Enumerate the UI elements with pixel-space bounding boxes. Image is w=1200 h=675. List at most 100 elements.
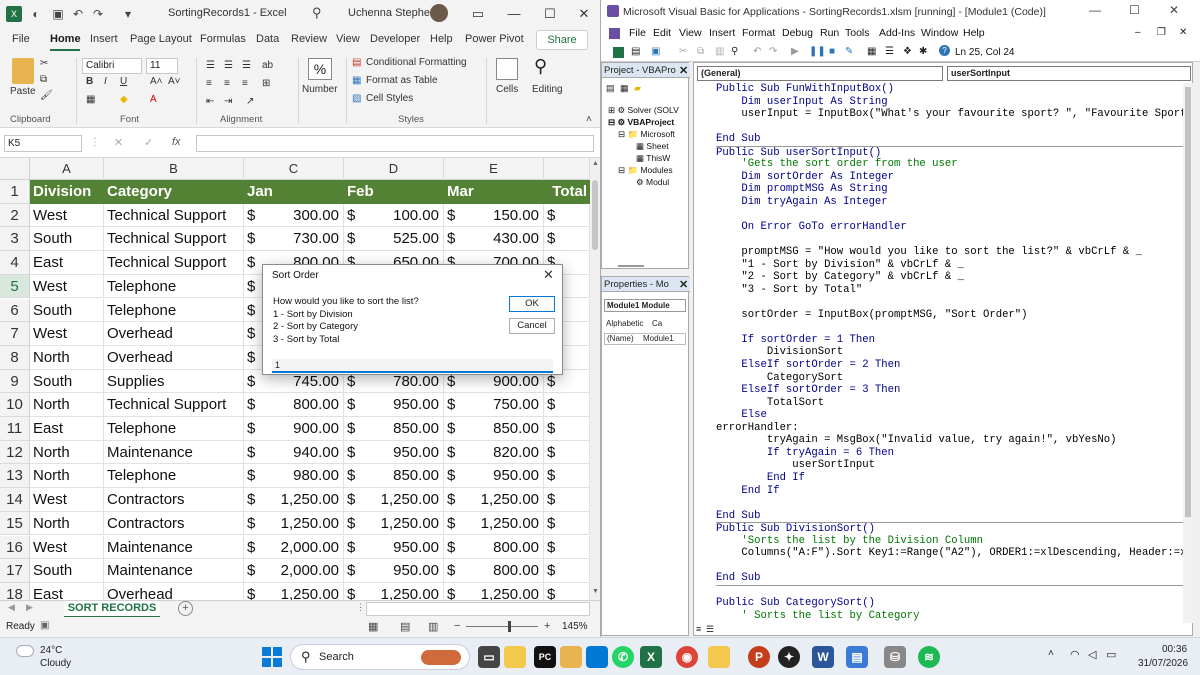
battery-icon[interactable]: ▭: [1106, 648, 1116, 661]
clock-time[interactable]: 00:36: [1162, 644, 1187, 655]
vba-maximize-button[interactable]: ☐: [1129, 3, 1140, 17]
row-header[interactable]: 12: [0, 440, 30, 465]
code-window-icon[interactable]: [609, 28, 620, 39]
dialog-close-icon[interactable]: ✕: [543, 267, 554, 283]
align-right-icon[interactable]: ≡: [242, 78, 248, 89]
increase-font-icon[interactable]: A˄: [150, 76, 163, 87]
cell-category[interactable]: Contractors: [104, 511, 244, 536]
code-line[interactable]: [716, 321, 1192, 334]
code-line[interactable]: userSortInput: [716, 459, 1192, 472]
select-all-corner[interactable]: [0, 158, 30, 180]
search-icon[interactable]: ⚲: [312, 5, 322, 21]
row-header[interactable]: 8: [0, 345, 30, 370]
prev-sheet-icon[interactable]: ◀: [8, 602, 15, 613]
cell-category[interactable]: Technical Support: [104, 251, 244, 275]
code-line[interactable]: [716, 234, 1192, 247]
scroll-up-icon[interactable]: ▲: [592, 160, 599, 167]
weather-temp[interactable]: 24°C: [40, 645, 62, 656]
copy-icon[interactable]: ⧉: [697, 46, 704, 57]
align-center-icon[interactable]: ≡: [224, 78, 230, 89]
save-icon[interactable]: ▣: [651, 46, 660, 57]
cell-mar[interactable]: 800.00: [466, 535, 544, 560]
zoom-out-icon[interactable]: −: [454, 620, 460, 632]
database-icon[interactable]: ⛁: [884, 646, 906, 668]
cell-jan[interactable]: 300.00: [266, 203, 344, 228]
code-line[interactable]: Dim tryAgain As Integer: [716, 196, 1192, 209]
spotify-icon[interactable]: ≋: [918, 646, 940, 668]
cell-feb[interactable]: 850.00: [366, 417, 444, 441]
format-as-table-button[interactable]: Format as Table: [366, 75, 438, 86]
cell-jan[interactable]: 1,250.00: [266, 488, 344, 512]
cell-division[interactable]: North: [30, 393, 104, 417]
menu-debug[interactable]: Debug: [782, 27, 813, 39]
cell-feb[interactable]: 950.00: [366, 393, 444, 417]
cell-mar[interactable]: 800.00: [466, 559, 544, 583]
child-close-icon[interactable]: ✕: [1179, 27, 1187, 38]
page-layout-view-icon[interactable]: ▤: [400, 620, 410, 633]
italic-icon[interactable]: I: [104, 76, 107, 87]
code-line[interactable]: End If: [716, 472, 1192, 485]
code-line[interactable]: errorHandler:: [716, 422, 1192, 435]
close-button[interactable]: ✕: [572, 4, 596, 24]
tree-item-excel-objects[interactable]: ⊟ 📁 Microsoft: [618, 129, 675, 140]
vba-close-button[interactable]: ✕: [1169, 3, 1179, 17]
header-cell-feb[interactable]: Feb: [344, 180, 444, 204]
merge-center-icon[interactable]: ⊞: [262, 78, 270, 89]
more-options-icon[interactable]: ⋮: [90, 137, 100, 148]
weather-desc[interactable]: Cloudy: [40, 658, 71, 669]
copy-icon[interactable]: ⧉: [40, 74, 47, 85]
code-line[interactable]: End If: [716, 485, 1192, 498]
menu-help[interactable]: Help: [963, 27, 985, 39]
paste-icon[interactable]: ▥: [715, 46, 724, 57]
cell-feb[interactable]: 525.00: [366, 227, 444, 252]
child-minimize-icon[interactable]: ‒: [1135, 27, 1141, 38]
toolbox-icon[interactable]: ✱: [919, 46, 927, 57]
row-header[interactable]: 4: [0, 251, 30, 275]
h-scroll-split-icon[interactable]: ⋮: [356, 602, 365, 613]
object-combo[interactable]: (General): [697, 66, 943, 81]
procedure-view-icon[interactable]: ≡: [696, 624, 701, 634]
widgets-icon[interactable]: [504, 646, 526, 668]
taskbar-search-box[interactable]: ⚲ Search: [290, 644, 470, 670]
tab-insert[interactable]: Insert: [90, 33, 118, 45]
view-code-icon[interactable]: ▤: [606, 83, 615, 94]
insert-module-icon[interactable]: ▤: [631, 46, 640, 57]
share-button[interactable]: Share: [536, 30, 588, 50]
tree-item-solver[interactable]: ⊞ ⚙ Solver (SOLV: [608, 105, 679, 116]
cell-feb[interactable]: 100.00: [366, 203, 444, 228]
code-line[interactable]: ElseIf sortOrder = 3 Then: [716, 384, 1192, 397]
cell-jan[interactable]: 730.00: [266, 227, 344, 252]
scroll-thumb[interactable]: [592, 180, 598, 250]
object-browser-icon[interactable]: ❖: [903, 46, 912, 57]
next-sheet-icon[interactable]: ▶: [26, 602, 33, 613]
cell-category[interactable]: Telephone: [104, 417, 244, 441]
column-header[interactable]: B: [104, 158, 244, 180]
cell-division[interactable]: North: [30, 511, 104, 536]
bold-icon[interactable]: B: [86, 76, 93, 87]
percent-icon[interactable]: %: [308, 58, 332, 80]
excel-taskbar-icon[interactable]: X: [640, 646, 662, 668]
row-header[interactable]: 11: [0, 417, 30, 441]
code-line[interactable]: [716, 296, 1192, 309]
project-explorer-icon[interactable]: ▦: [867, 46, 876, 57]
child-restore-icon[interactable]: ❐: [1157, 27, 1166, 38]
cut-icon[interactable]: ✂: [679, 46, 687, 57]
cell-mar[interactable]: 1,250.00: [466, 488, 544, 512]
word-icon[interactable]: W: [812, 646, 834, 668]
cell-division[interactable]: South: [30, 298, 104, 323]
cell-division[interactable]: South: [30, 559, 104, 583]
code-line[interactable]: If tryAgain = 6 Then: [716, 447, 1192, 460]
cell-styles-button[interactable]: Cell Styles: [366, 93, 413, 104]
code-line[interactable]: userInput = InputBox("What's your favour…: [716, 108, 1192, 121]
tab-formulas[interactable]: Formulas: [200, 33, 246, 45]
zoom-level[interactable]: 145%: [562, 621, 588, 632]
font-name-select[interactable]: Calibri: [82, 58, 142, 74]
object-select[interactable]: Module1 Module: [604, 299, 686, 312]
cell-jan[interactable]: 980.00: [266, 464, 344, 489]
cell-jan[interactable]: 800.00: [266, 393, 344, 417]
code-line[interactable]: TotalSort: [716, 397, 1192, 410]
reset-icon[interactable]: ■: [829, 46, 835, 57]
code-line[interactable]: End Sub: [716, 572, 1192, 585]
code-line[interactable]: 'Gets the sort order from the user: [716, 158, 1192, 171]
cell-division[interactable]: West: [30, 535, 104, 560]
